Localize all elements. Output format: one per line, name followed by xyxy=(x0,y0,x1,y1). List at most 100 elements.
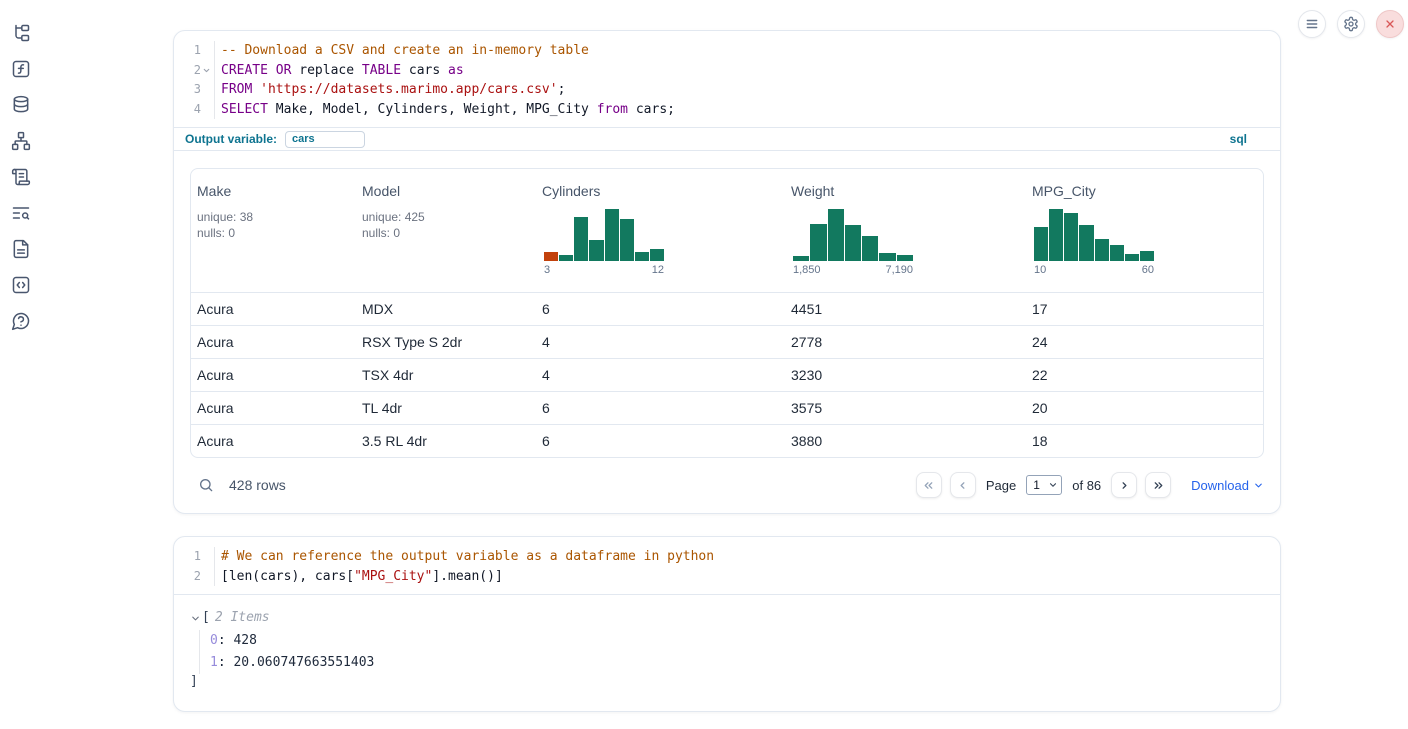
table-row[interactable]: AcuraMDX6445117 xyxy=(191,292,1263,325)
table-row[interactable]: AcuraRSX Type S 2dr4277824 xyxy=(191,325,1263,358)
file-tree-icon[interactable] xyxy=(10,22,32,44)
row-count: 428 rows xyxy=(229,477,286,493)
sql-cell-output: Makeunique: 38nulls: 0Modelunique: 425nu… xyxy=(174,151,1280,500)
last-page-button[interactable] xyxy=(1145,472,1171,498)
column-histogram: 1,8507,190 xyxy=(793,209,913,276)
help-chat-icon[interactable] xyxy=(10,310,32,332)
table-header-row: Makeunique: 38nulls: 0Modelunique: 425nu… xyxy=(191,169,1263,292)
table-cell: 6 xyxy=(536,433,785,449)
histogram-bar xyxy=(1110,245,1124,261)
code-text: [len(cars), cars["MPG_City"].mean()] xyxy=(214,567,503,587)
output-variable-label: Output variable: xyxy=(185,132,277,146)
histogram-bars xyxy=(1034,209,1154,261)
table-cell: 2778 xyxy=(785,334,1026,350)
menu-icon xyxy=(1305,17,1319,31)
histogram-bar xyxy=(650,249,664,261)
open-bracket: [ xyxy=(202,608,210,628)
total-pages-label: of 86 xyxy=(1072,478,1101,493)
column-title: Weight xyxy=(791,183,1026,199)
fold-gutter xyxy=(201,547,212,567)
table-cell: MDX xyxy=(356,301,536,317)
table-cell: RSX Type S 2dr xyxy=(356,334,536,350)
histogram-bar xyxy=(620,219,634,261)
page-select[interactable]: 1 xyxy=(1026,475,1062,495)
histogram-bar xyxy=(828,209,844,261)
scratchpad-icon[interactable] xyxy=(10,166,32,188)
code-line: 1-- Download a CSV and create an in-memo… xyxy=(181,41,1280,61)
column-header-weight[interactable]: Weight 1,8507,190 xyxy=(785,169,1026,292)
download-button[interactable]: Download xyxy=(1191,478,1264,493)
code-line: 2[len(cars), cars["MPG_City"].mean()] xyxy=(181,567,1280,587)
close-button[interactable] xyxy=(1376,10,1404,38)
first-page-button[interactable] xyxy=(916,472,942,498)
table-cell: 3230 xyxy=(785,367,1026,383)
column-histogram: 1060 xyxy=(1034,209,1154,276)
table-cell: 3880 xyxy=(785,433,1026,449)
column-header-mpg_city[interactable]: MPG_City 1060 xyxy=(1026,169,1263,292)
close-bracket: ] xyxy=(190,674,1264,689)
code-text: # We can reference the output variable a… xyxy=(214,547,714,567)
histogram-bar xyxy=(605,209,619,261)
column-stats: unique: 38nulls: 0 xyxy=(197,209,356,241)
column-title: MPG_City xyxy=(1032,183,1263,199)
histogram-bar xyxy=(793,256,809,261)
search-icon[interactable] xyxy=(198,477,214,493)
prev-page-button[interactable] xyxy=(950,472,976,498)
histogram-bar xyxy=(1095,239,1109,261)
notebook-actions xyxy=(1298,10,1404,38)
histogram-bar xyxy=(1049,209,1063,261)
table-cell: 4 xyxy=(536,334,785,350)
table-cell: 17 xyxy=(1026,301,1263,317)
download-label: Download xyxy=(1191,478,1249,493)
fold-gutter xyxy=(201,100,212,120)
code-text: SELECT Make, Model, Cylinders, Weight, M… xyxy=(214,100,675,120)
histogram-bars xyxy=(793,209,913,261)
line-number: 2 xyxy=(181,61,201,81)
python-code-editor[interactable]: 1 # We can reference the output variable … xyxy=(174,537,1280,594)
code-text: -- Download a CSV and create an in-memor… xyxy=(214,41,589,61)
histogram-bars xyxy=(544,209,664,261)
code-line: 2CREATE OR replace TABLE cars as xyxy=(181,61,1280,81)
snippets-icon[interactable] xyxy=(10,274,32,296)
collapse-chevron-icon[interactable] xyxy=(190,613,202,624)
output-variable-bar: Output variable: sql xyxy=(174,127,1280,151)
histogram-axis: 312 xyxy=(544,264,664,276)
documentation-icon[interactable] xyxy=(10,238,32,260)
table-cell: Acura xyxy=(191,334,356,350)
column-header-cylinders[interactable]: Cylinders312 xyxy=(536,169,785,292)
histogram-bar xyxy=(1140,251,1154,261)
database-icon[interactable] xyxy=(10,94,32,116)
histogram-bar xyxy=(635,252,649,261)
sql-code-editor[interactable]: 1-- Download a CSV and create an in-memo… xyxy=(174,31,1280,127)
chevron-left-icon xyxy=(956,479,969,492)
fold-chevron-icon[interactable] xyxy=(202,66,211,75)
function-square-icon[interactable] xyxy=(10,58,32,80)
code-line: 1 # We can reference the output variable … xyxy=(181,547,1280,567)
table-cell: 6 xyxy=(536,301,785,317)
chevrons-left-icon xyxy=(922,479,935,492)
logs-search-icon[interactable] xyxy=(10,202,32,224)
output-variable-input[interactable] xyxy=(285,131,365,148)
data-table: Makeunique: 38nulls: 0Modelunique: 425nu… xyxy=(190,168,1264,458)
column-header-model[interactable]: Modelunique: 425nulls: 0 xyxy=(356,169,536,292)
settings-button[interactable] xyxy=(1337,10,1365,38)
histogram-axis: 1060 xyxy=(1034,264,1154,276)
menu-button[interactable] xyxy=(1298,10,1326,38)
table-row[interactable]: Acura3.5 RL 4dr6388018 xyxy=(191,424,1263,457)
table-cell: Acura xyxy=(191,433,356,449)
table-cell: TSX 4dr xyxy=(356,367,536,383)
chevron-down-icon xyxy=(1048,480,1058,490)
table-row[interactable]: AcuraTSX 4dr4323022 xyxy=(191,358,1263,391)
chevrons-right-icon xyxy=(1152,479,1165,492)
table-cell: 3.5 RL 4dr xyxy=(356,433,536,449)
line-number: 3 xyxy=(181,80,201,100)
column-header-make[interactable]: Makeunique: 38nulls: 0 xyxy=(191,169,356,292)
table-cell: 18 xyxy=(1026,433,1263,449)
next-page-button[interactable] xyxy=(1111,472,1137,498)
code-text: FROM 'https://datasets.marimo.app/cars.c… xyxy=(214,80,565,100)
line-number: 1 xyxy=(181,547,201,567)
table-cell: 24 xyxy=(1026,334,1263,350)
histogram-bar xyxy=(1079,225,1093,261)
table-row[interactable]: AcuraTL 4dr6357520 xyxy=(191,391,1263,424)
dependency-graph-icon[interactable] xyxy=(10,130,32,152)
